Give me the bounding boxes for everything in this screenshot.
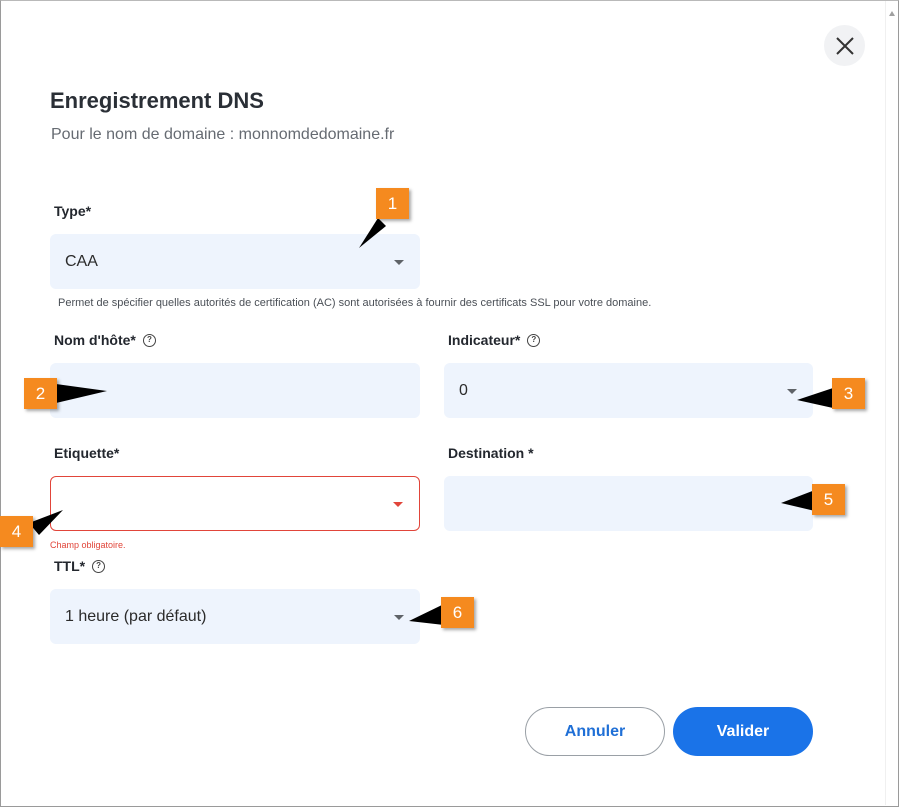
annotation-badge-6: 6 [441, 597, 474, 628]
scrollbar[interactable] [885, 1, 898, 805]
annotation-badge-4: 4 [0, 516, 33, 547]
caret-down-icon [394, 259, 404, 265]
flag-select-value: 0 [459, 381, 468, 399]
type-select[interactable]: CAA [50, 234, 420, 289]
scroll-up-icon[interactable] [889, 11, 895, 16]
help-circle-icon[interactable]: ? [527, 333, 541, 347]
type-helper-text: Permet de spécifier quelles autorités de… [58, 297, 652, 309]
ttl-label: TTL* ? [54, 558, 106, 574]
flag-select[interactable]: 0 [444, 363, 813, 418]
annotation-badge-1: 1 [376, 188, 409, 219]
close-button[interactable] [824, 25, 865, 66]
annotation-badge-3: 3 [832, 378, 865, 409]
dialog-title: Enregistrement DNS [50, 88, 264, 113]
ttl-select-value: 1 heure (par défaut) [65, 607, 207, 625]
caret-down-icon [393, 501, 403, 507]
annotation-badge-2: 2 [24, 378, 57, 409]
help-circle-icon[interactable]: ? [142, 333, 156, 347]
submit-button[interactable]: Valider [673, 707, 813, 756]
tag-error-message: Champ obligatoire. [50, 540, 126, 550]
cancel-button[interactable]: Annuler [525, 707, 665, 756]
type-select-value: CAA [65, 252, 98, 270]
caret-down-icon [787, 388, 797, 394]
tag-label: Etiquette* [54, 445, 120, 461]
hostname-label: Nom d'hôte* ? [54, 332, 156, 348]
hostname-input[interactable] [50, 363, 420, 418]
caret-down-icon [394, 614, 404, 620]
type-label: Type* [54, 203, 92, 219]
destination-input[interactable] [444, 476, 813, 531]
destination-label: Destination * [448, 445, 534, 461]
ttl-select[interactable]: 1 heure (par défaut) [50, 589, 420, 644]
help-circle-icon[interactable]: ? [92, 559, 106, 573]
tag-select[interactable] [50, 476, 420, 531]
dialog-subtitle: Pour le nom de domaine : monnomdedomaine… [51, 126, 395, 143]
close-icon [835, 36, 854, 55]
flag-label: Indicateur* ? [448, 332, 541, 348]
annotation-badge-5: 5 [812, 484, 845, 515]
